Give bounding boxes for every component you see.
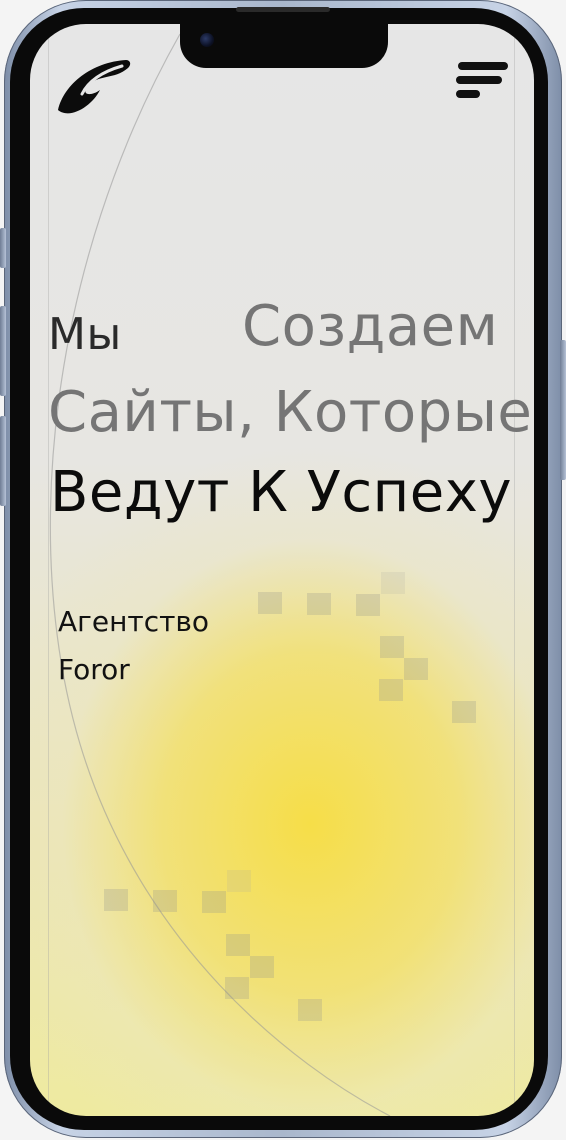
pixel-decoration bbox=[452, 701, 476, 723]
subtitle-agency: Агентство bbox=[58, 605, 210, 638]
pixel-decoration bbox=[153, 890, 177, 912]
earpiece-speaker bbox=[236, 7, 330, 12]
hero-word-we: Мы bbox=[48, 309, 122, 360]
side-button-power bbox=[560, 340, 566, 480]
pixel-decoration bbox=[380, 636, 404, 658]
pixel-decoration bbox=[226, 934, 250, 956]
menu-bar-top bbox=[458, 62, 508, 70]
pixel-decoration bbox=[356, 594, 380, 616]
pixel-decoration bbox=[104, 889, 128, 911]
guide-line-left bbox=[48, 24, 49, 1116]
agency-subtitle: Агентство Foror bbox=[58, 598, 209, 694]
pixel-decoration bbox=[250, 956, 274, 978]
hamburger-menu-icon[interactable] bbox=[456, 60, 510, 104]
side-button-mute bbox=[0, 228, 6, 268]
subtitle-name: Foror bbox=[58, 653, 130, 686]
hero-line-lead-to-success: Ведут К Успеху bbox=[50, 460, 512, 525]
hero-word-create: Создаем bbox=[242, 294, 499, 359]
pixel-decoration bbox=[225, 977, 249, 999]
pixel-decoration bbox=[307, 593, 331, 615]
menu-bar-middle bbox=[456, 76, 502, 84]
side-button-volume-up bbox=[0, 306, 6, 396]
screen-notch bbox=[180, 24, 388, 68]
pixel-decoration bbox=[404, 658, 428, 680]
pixel-decoration bbox=[202, 891, 226, 913]
guide-line-right bbox=[514, 24, 515, 1116]
pixel-decoration bbox=[227, 870, 251, 892]
front-camera-icon bbox=[200, 33, 214, 47]
hero-line-sites-which: Сайты, Которые bbox=[48, 380, 533, 445]
swoosh-logo-icon[interactable] bbox=[52, 54, 132, 118]
pixel-decoration bbox=[379, 679, 403, 701]
pixel-decoration bbox=[298, 999, 322, 1021]
pixel-decoration bbox=[258, 592, 282, 614]
app-screen: Мы Создаем Сайты, Которые Ведут К Успеху… bbox=[30, 24, 534, 1116]
menu-bar-bottom bbox=[456, 90, 480, 98]
decorative-arc bbox=[49, 33, 391, 1116]
pixel-decoration bbox=[381, 572, 405, 594]
side-button-volume-down bbox=[0, 416, 6, 506]
